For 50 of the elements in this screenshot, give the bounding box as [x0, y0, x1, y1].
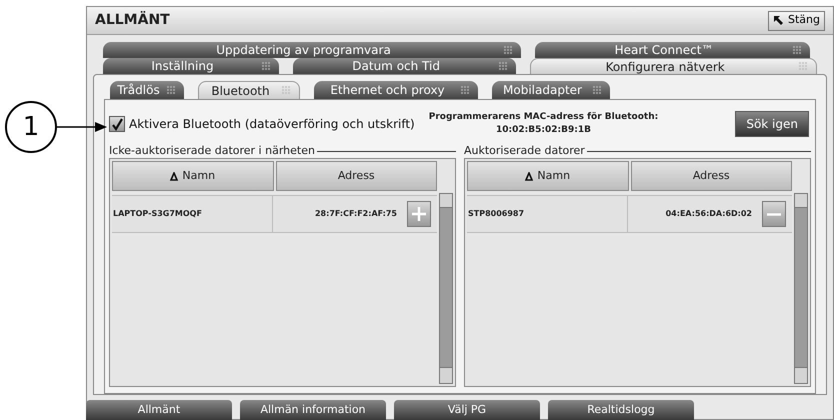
column-header[interactable]: Namn — [467, 161, 628, 191]
grip-icon — [282, 86, 291, 95]
table-cell: LAPTOP-S3G7MOQF — [112, 196, 272, 232]
grip-icon — [461, 86, 470, 94]
remove-button[interactable] — [762, 201, 786, 227]
bottom-tab[interactable]: Allmän information — [240, 400, 386, 420]
group-title: Auktoriserade datorer — [464, 142, 585, 159]
grip-icon — [167, 86, 176, 94]
grip-icon — [262, 62, 271, 70]
grip-icon — [799, 62, 808, 71]
table-cell: 28:7F:CF:F2:AF:75 — [314, 208, 397, 220]
mac-address-label: Programmerarens MAC-adress för Bluetooth: — [428, 111, 658, 124]
bottom-tab[interactable]: Välj PG — [394, 400, 540, 420]
grip-icon — [593, 86, 602, 94]
tab[interactable]: Datum och Tid — [292, 58, 516, 74]
tab[interactable]: Mobiladapter — [492, 81, 610, 99]
sort-triangle-icon — [525, 172, 534, 180]
tab[interactable]: Inställning — [103, 58, 279, 74]
column-header[interactable]: Namn — [112, 161, 274, 191]
scrollbar[interactable] — [439, 193, 453, 384]
tab[interactable]: Heart Connect™ — [535, 42, 810, 58]
grip-icon — [499, 62, 508, 70]
callout-number: 1 — [5, 101, 57, 153]
table-cell: 04:EA:56:DA:6D:02 — [666, 208, 752, 220]
minus-icon — [766, 212, 782, 216]
checkbox-label: Aktivera Bluetooth (dataöverföring och utskrift) — [129, 116, 415, 133]
column-header[interactable]: Adress — [276, 161, 437, 191]
column-header[interactable]: Adress — [630, 161, 792, 191]
bottom-tab[interactable]: Allmänt — [86, 400, 232, 420]
sort-triangle-icon — [170, 172, 178, 180]
tab[interactable]: Ethernet och proxy — [314, 81, 478, 99]
scrollbar[interactable] — [794, 193, 808, 384]
add-button[interactable] — [407, 201, 431, 227]
rescan-button[interactable]: Sök igen — [735, 111, 809, 137]
grip-icon — [504, 46, 513, 54]
callout-arrow — [57, 121, 107, 133]
mac-address: 10:02:B5:02:B9:1B — [496, 124, 591, 137]
tab[interactable]: Bluetooth — [198, 81, 300, 99]
table-cell: STP8006987 — [467, 196, 628, 232]
window-title: ALLMÄNT — [95, 10, 170, 30]
tab[interactable]: Uppdatering av programvara — [103, 42, 521, 58]
grip-icon — [793, 46, 802, 54]
close-button[interactable]: Stäng — [768, 10, 825, 30]
checkbox[interactable] — [109, 116, 125, 132]
plus-icon — [411, 206, 427, 222]
tab[interactable]: Konfigurera nätverk — [530, 58, 817, 74]
tab[interactable]: Trådlös — [110, 81, 184, 99]
group-title: Icke-auktoriserade datorer i närheten — [109, 142, 315, 159]
cursor-arrow-icon — [773, 15, 784, 26]
bottom-tab[interactable]: Realtidslogg — [548, 400, 694, 420]
